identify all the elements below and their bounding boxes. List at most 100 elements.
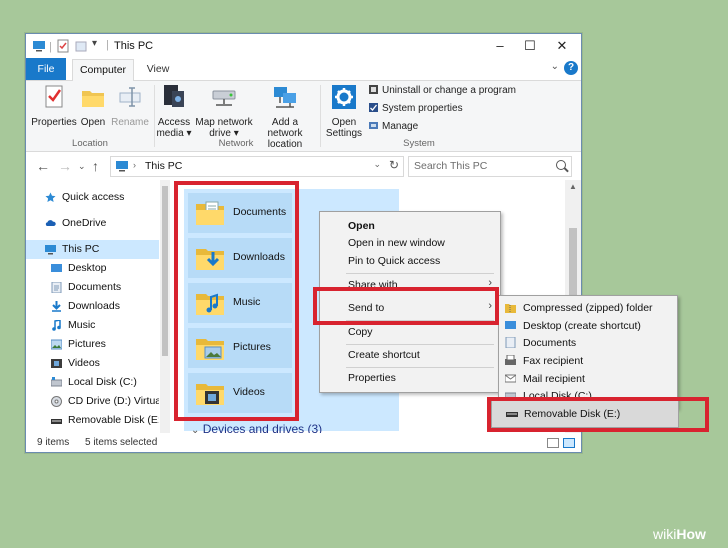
nav-item-removable-disk[interactable]: Removable Disk (E:) <box>26 411 159 430</box>
navigation-pane: Quick access OneDrive This PC Desktop Do… <box>26 180 159 433</box>
properties-icon <box>45 85 63 108</box>
address-path: This PC <box>145 160 183 172</box>
rename-label: Rename <box>111 117 149 128</box>
highlight-removable-disk <box>487 397 709 432</box>
map-network-drive-label: Map network drive ▾ <box>195 117 253 139</box>
title-bar: | ▾ | This PC – ☐ ✕ <box>26 34 581 58</box>
address-bar[interactable]: › This PC ⌄ ↻ <box>110 156 404 177</box>
refresh-icon[interactable]: ↻ <box>389 158 399 172</box>
help-button[interactable]: ? <box>564 61 578 75</box>
scroll-up-icon[interactable]: ▲ <box>569 182 577 191</box>
menu-item-pin-quick-access[interactable]: Pin to Quick access <box>348 255 440 267</box>
address-dropdown-icon[interactable]: ⌄ <box>373 159 381 170</box>
selected-count: 5 items selected <box>85 437 158 448</box>
folder-open-icon <box>82 91 104 107</box>
network-drive-icon <box>212 90 236 106</box>
music-icon <box>52 320 61 331</box>
send-to-submenu: Compressed (zipped) folder Desktop (crea… <box>498 295 678 409</box>
open-settings-button[interactable]: Open Settings <box>324 83 364 139</box>
chevron-down-icon[interactable]: ⌄ <box>551 61 559 72</box>
nav-item-onedrive[interactable]: OneDrive <box>26 214 159 233</box>
downloads-icon <box>52 301 61 312</box>
properties-label: Properties <box>31 117 77 128</box>
documents-icon <box>51 282 62 293</box>
pictures-icon <box>51 339 62 350</box>
menu-item-properties[interactable]: Properties <box>348 372 396 384</box>
open-settings-label: Open Settings <box>325 117 363 139</box>
system-properties-button[interactable]: System properties <box>368 102 463 114</box>
highlight-folders <box>174 181 299 421</box>
search-placeholder: Search This PC <box>414 160 488 172</box>
menu-item-open[interactable]: Open <box>348 220 375 232</box>
close-button[interactable]: ✕ <box>551 37 573 55</box>
nav-scrollbar-thumb[interactable] <box>162 186 168 356</box>
minimize-button[interactable]: – <box>489 37 511 55</box>
send-to-compressed-folder[interactable]: Compressed (zipped) folder <box>505 302 653 314</box>
documents-icon <box>505 337 516 348</box>
nav-item-quick-access[interactable]: Quick access <box>26 188 159 207</box>
nav-item-music[interactable]: Music <box>26 316 159 335</box>
open-button[interactable]: Open <box>78 83 108 128</box>
back-button[interactable]: ← <box>36 158 50 174</box>
manage-icon <box>369 122 378 129</box>
properties-button[interactable]: Properties <box>30 83 78 128</box>
group-label-network: Network <box>218 138 254 149</box>
group-divider <box>154 85 155 147</box>
new-folder-icon[interactable] <box>74 39 88 53</box>
uninstall-program-button[interactable]: Uninstall or change a program <box>368 84 516 96</box>
nav-item-desktop[interactable]: Desktop <box>26 259 159 278</box>
desktop-icon <box>51 264 62 272</box>
nav-scrollbar[interactable] <box>160 180 170 433</box>
maximize-button[interactable]: ☐ <box>519 37 541 55</box>
desktop-icon <box>505 321 516 329</box>
nav-item-pictures[interactable]: Pictures <box>26 335 159 354</box>
cloud-icon <box>45 220 56 226</box>
menu-item-copy[interactable]: Copy <box>348 326 373 338</box>
properties-icon[interactable] <box>56 39 70 53</box>
nav-item-local-disk-c[interactable]: Local Disk (C:) <box>26 373 159 392</box>
nav-item-videos[interactable]: Videos <box>26 354 159 373</box>
open-label: Open <box>80 117 106 128</box>
nav-item-cd-drive[interactable]: CD Drive (D:) VirtualB <box>26 392 159 411</box>
map-network-drive-button[interactable]: Map network drive ▾ <box>194 83 254 139</box>
up-button[interactable]: ↑ <box>92 158 99 174</box>
tab-view[interactable]: View <box>138 58 178 80</box>
send-to-documents[interactable]: Documents <box>505 337 576 349</box>
menu-item-create-shortcut[interactable]: Create shortcut <box>348 349 420 361</box>
window-title: This PC <box>114 40 154 52</box>
rename-button[interactable]: Rename <box>110 83 150 128</box>
highlight-send-to <box>313 287 499 325</box>
forward-button[interactable]: → <box>58 158 72 174</box>
computer-icon <box>116 161 128 172</box>
separator: | <box>106 39 109 51</box>
system-properties-icon <box>369 103 378 112</box>
ribbon-tabs: File Computer View ⌄ ? <box>26 58 581 82</box>
large-icons-view-icon[interactable] <box>563 438 575 448</box>
search-input[interactable]: Search This PC <box>408 156 572 177</box>
separator: | <box>49 41 52 53</box>
menu-separator <box>346 367 494 368</box>
videos-icon <box>51 359 62 368</box>
access-media-button[interactable]: Access media ▾ <box>156 83 192 139</box>
nav-item-this-pc[interactable]: This PC <box>26 240 159 259</box>
tab-file[interactable]: File <box>26 58 66 80</box>
nav-item-downloads[interactable]: Downloads <box>26 297 159 316</box>
uninstall-icon <box>369 85 378 94</box>
zip-folder-icon <box>505 304 516 313</box>
send-to-mail-recipient[interactable]: Mail recipient <box>505 373 585 385</box>
star-icon <box>45 192 56 202</box>
recent-locations-button[interactable]: ⌄ <box>78 161 86 172</box>
computer-icon <box>33 41 45 52</box>
wikihow-watermark: wikiHow <box>653 526 706 542</box>
manage-button[interactable]: Manage <box>368 120 418 132</box>
menu-item-open-new-window[interactable]: Open in new window <box>348 237 445 249</box>
breadcrumb-separator-icon: › <box>133 160 136 170</box>
send-to-fax-recipient[interactable]: Fax recipient <box>505 355 583 367</box>
tab-computer[interactable]: Computer <box>72 59 134 82</box>
item-count: 9 items <box>37 437 70 448</box>
send-to-desktop[interactable]: Desktop (create shortcut) <box>505 320 641 332</box>
customize-quick-access-icon[interactable]: ▾ <box>92 38 97 49</box>
details-view-icon[interactable] <box>547 438 559 448</box>
nav-item-documents[interactable]: Documents <box>26 278 159 297</box>
network-location-icon <box>274 87 296 108</box>
